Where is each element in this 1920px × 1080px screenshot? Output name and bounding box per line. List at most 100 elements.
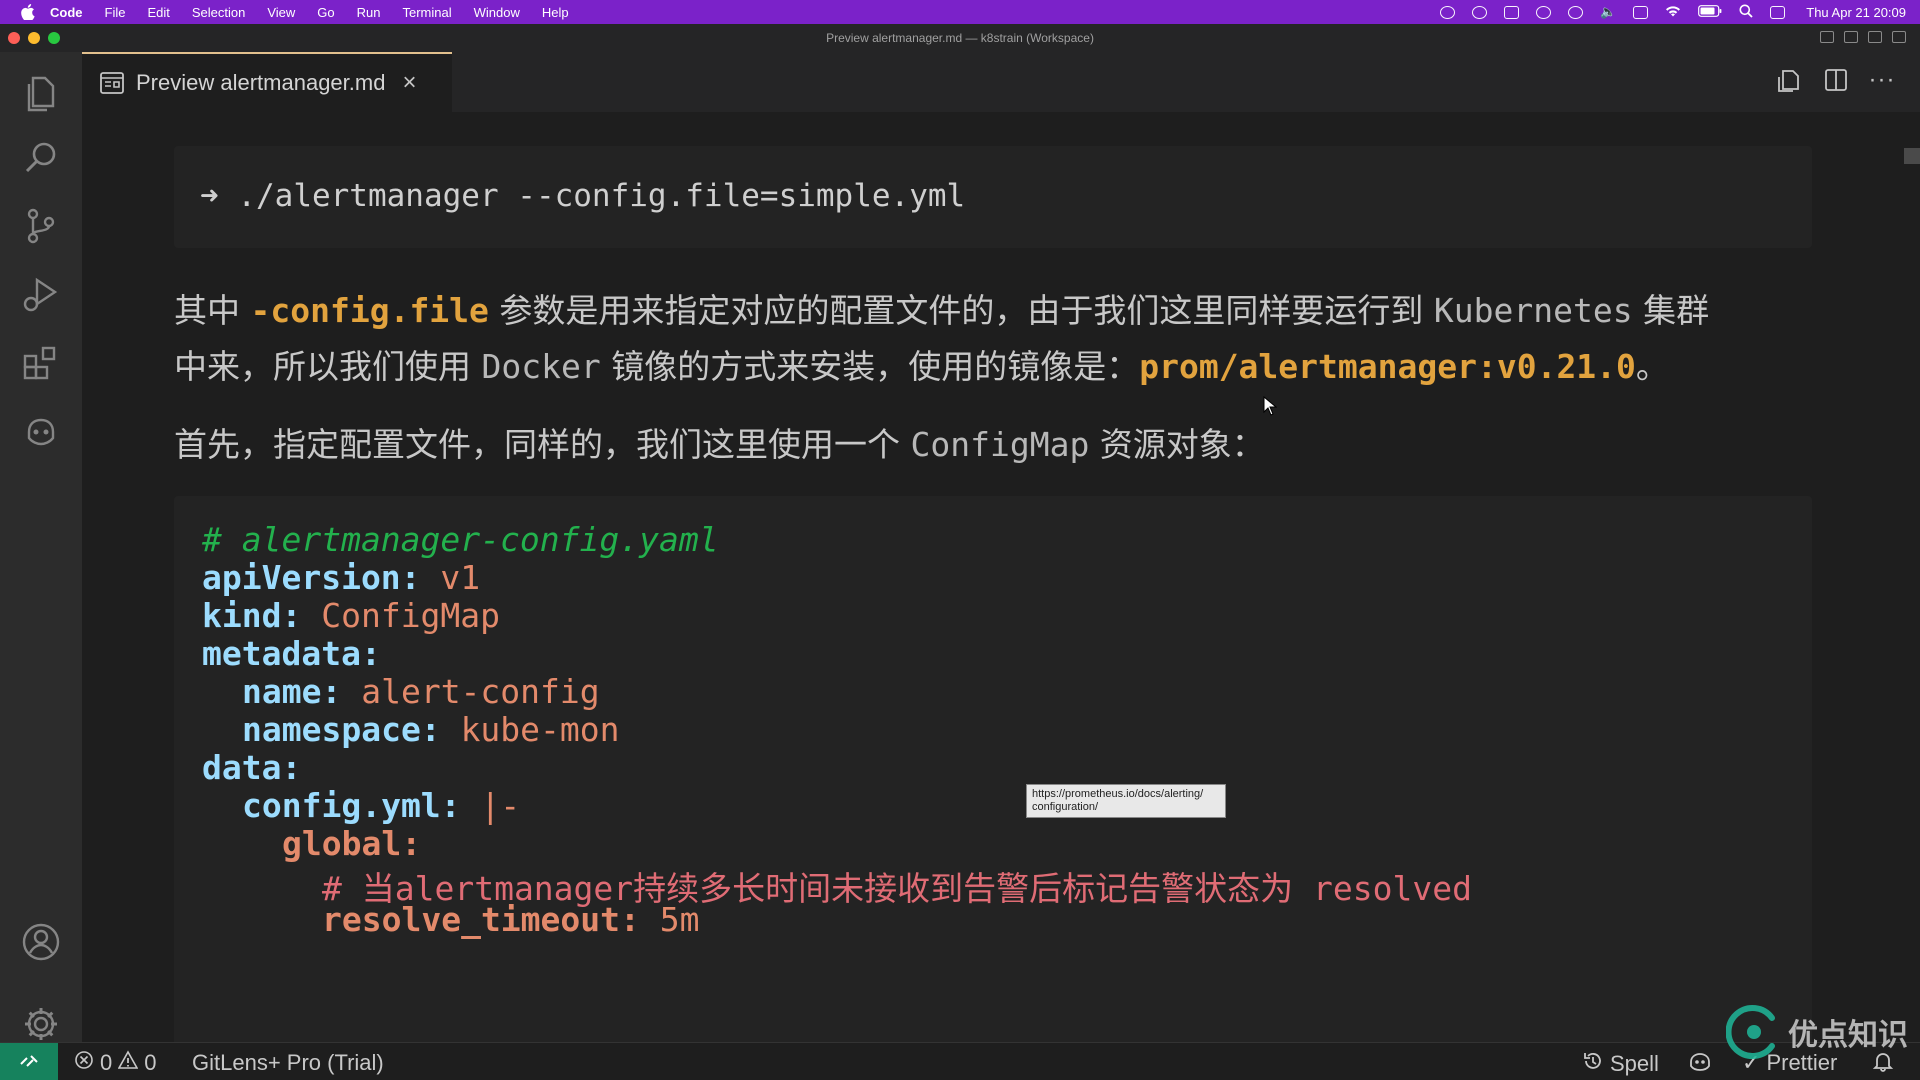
yaml-key: apiVersion:: [202, 558, 421, 597]
yaml-key: config.yml:: [242, 786, 461, 825]
volume-icon[interactable]: 🔈: [1600, 4, 1616, 20]
link-tooltip: https://prometheus.io/docs/alerting/ con…: [1026, 784, 1226, 818]
text: 其中: [174, 291, 251, 330]
window-controls: [8, 32, 60, 44]
yaml-key: global:: [282, 824, 422, 863]
editor-tab-bar: Preview alertmanager.md × ···: [82, 52, 1920, 112]
minimize-window-button[interactable]: [28, 32, 40, 44]
menu-run[interactable]: Run: [357, 5, 381, 20]
yaml-key: name:: [242, 672, 342, 711]
close-icon[interactable]: ×: [399, 71, 419, 95]
inline-code: -config.file: [250, 291, 489, 330]
window-title: Preview alertmanager.md — k8strain (Work…: [826, 31, 1094, 45]
layout-controls: [1820, 31, 1906, 43]
menu-app-code[interactable]: Code: [50, 5, 83, 20]
copilot-status-icon[interactable]: [1688, 1050, 1712, 1072]
menu-help[interactable]: Help: [542, 5, 569, 20]
yaml-value: v1: [440, 558, 481, 597]
menu-window[interactable]: Window: [474, 5, 520, 20]
yaml-line: metadata:: [202, 634, 381, 673]
error-count: 0: [100, 1050, 113, 1075]
toggle-sidebar-icon[interactable]: [1820, 31, 1834, 43]
status-bar: 0 0 GitLens+ Pro (Trial) Spell ✓ Prettie…: [0, 1042, 1920, 1080]
control-center-icon[interactable]: [1770, 5, 1786, 19]
text: 集群: [1632, 291, 1710, 330]
markdown-preview-icon: [100, 72, 124, 94]
yaml-value: kube-mon: [460, 710, 620, 749]
watermark-logo: 优点知识: [1726, 1004, 1908, 1060]
macos-menubar: Code File Edit Selection View Go Run Ter…: [0, 0, 1920, 24]
paragraph-line: 其中 -config.file 参数是用来指定对应的配置文件的，由于我们这里同样…: [174, 284, 1709, 332]
spell-label: Spell: [1610, 1051, 1659, 1076]
cloud-icon[interactable]: [1536, 5, 1552, 19]
tooltip-line: configuration/: [1032, 801, 1099, 813]
zoom-window-button[interactable]: [48, 32, 60, 44]
apple-icon[interactable]: [20, 4, 36, 20]
command-line: ➜ ./alertmanager --config.file=simple.ym…: [200, 178, 966, 214]
markdown-preview[interactable]: ➜ ./alertmanager --config.file=simple.ym…: [82, 112, 1920, 1042]
sync-icon[interactable]: [1440, 5, 1456, 19]
paragraph-line: 首先，指定配置文件，同样的，我们这里使用一个 ConfigMap 资源对象：: [174, 418, 1265, 466]
inline-code: prom/alertmanager:v0.21.0: [1139, 347, 1636, 386]
yaml-line: data:: [202, 748, 301, 787]
settings-gear-icon[interactable]: [17, 1000, 65, 1048]
customize-layout-icon[interactable]: [1892, 31, 1906, 43]
remote-indicator-icon[interactable]: [0, 1043, 58, 1080]
vpn-icon[interactable]: [1568, 5, 1584, 19]
yaml-line: global:: [282, 824, 421, 863]
input-method-icon[interactable]: [1633, 5, 1649, 19]
warning-count: 0: [144, 1050, 157, 1075]
yaml-line: config.yml: |-: [242, 786, 520, 825]
menu-edit[interactable]: Edit: [147, 5, 169, 20]
text: 中来，所以我们使用: [174, 347, 482, 386]
explorer-icon[interactable]: [17, 68, 65, 116]
toggle-secondary-sidebar-icon[interactable]: [1868, 31, 1882, 43]
sidebar-app-icon[interactable]: [1504, 5, 1520, 19]
source-control-icon[interactable]: [17, 202, 65, 250]
text: 首先，指定配置文件，同样的，我们这里使用一个: [174, 425, 911, 464]
watermark-text: 优点知识: [1788, 1019, 1908, 1052]
mouse-pointer-icon: [1263, 396, 1277, 416]
toggle-panel-icon[interactable]: [1844, 31, 1858, 43]
tab-preview-alertmanager[interactable]: Preview alertmanager.md ×: [82, 52, 452, 112]
menu-file[interactable]: File: [105, 5, 126, 20]
spell-checker-status[interactable]: Spell: [1582, 1050, 1659, 1078]
menu-view[interactable]: View: [267, 5, 295, 20]
search-icon[interactable]: [17, 134, 65, 182]
yaml-value: alert-config: [361, 672, 600, 711]
menu-selection[interactable]: Selection: [192, 5, 245, 20]
gitlens-status[interactable]: GitLens+ Pro (Trial): [192, 1050, 384, 1076]
close-window-button[interactable]: [8, 32, 20, 44]
yaml-line: resolve_timeout: 5m: [322, 900, 700, 939]
yaml-key: data:: [202, 748, 302, 787]
open-source-icon[interactable]: [1776, 66, 1804, 94]
split-editor-icon[interactable]: [1822, 66, 1850, 94]
text: 镜像的方式来安装，使用的镜像是：: [600, 347, 1140, 386]
paragraph-line: 中来，所以我们使用 Docker 镜像的方式来安装，使用的镜像是：prom/al…: [174, 340, 1669, 388]
yaml-line: kind: ConfigMap: [202, 596, 500, 635]
command-code-block: ➜ ./alertmanager --config.file=simple.ym…: [174, 146, 1812, 248]
tab-label: Preview alertmanager.md: [136, 70, 386, 95]
battery-icon[interactable]: [1698, 4, 1722, 20]
inline-term: ConfigMap: [910, 425, 1090, 464]
run-debug-icon[interactable]: [17, 270, 65, 318]
inline-term: Docker: [481, 347, 601, 386]
yaml-key: namespace:: [242, 710, 441, 749]
menubar-clock[interactable]: Thu Apr 21 20:09: [1806, 5, 1906, 20]
copilot-icon[interactable]: [17, 406, 65, 454]
wifi-icon[interactable]: [1665, 5, 1681, 20]
yaml-key: metadata:: [202, 634, 381, 673]
more-actions-icon[interactable]: ···: [1868, 66, 1896, 94]
problems-indicator[interactable]: 0 0: [74, 1050, 157, 1076]
menu-go[interactable]: Go: [317, 5, 334, 20]
accounts-icon[interactable]: [17, 918, 65, 966]
yaml-key: kind:: [202, 596, 302, 635]
menu-terminal[interactable]: Terminal: [403, 5, 452, 20]
scrollbar-thumb[interactable]: [1904, 148, 1920, 164]
yaml-code-block: # alertmanager-config.yaml apiVersion: v…: [174, 496, 1812, 1042]
warning-icon: [117, 1050, 139, 1076]
aperture-icon[interactable]: [1472, 5, 1488, 19]
yaml-line: name: alert-config: [242, 672, 600, 711]
extensions-icon[interactable]: [17, 338, 65, 386]
spotlight-search-icon[interactable]: [1739, 4, 1753, 21]
